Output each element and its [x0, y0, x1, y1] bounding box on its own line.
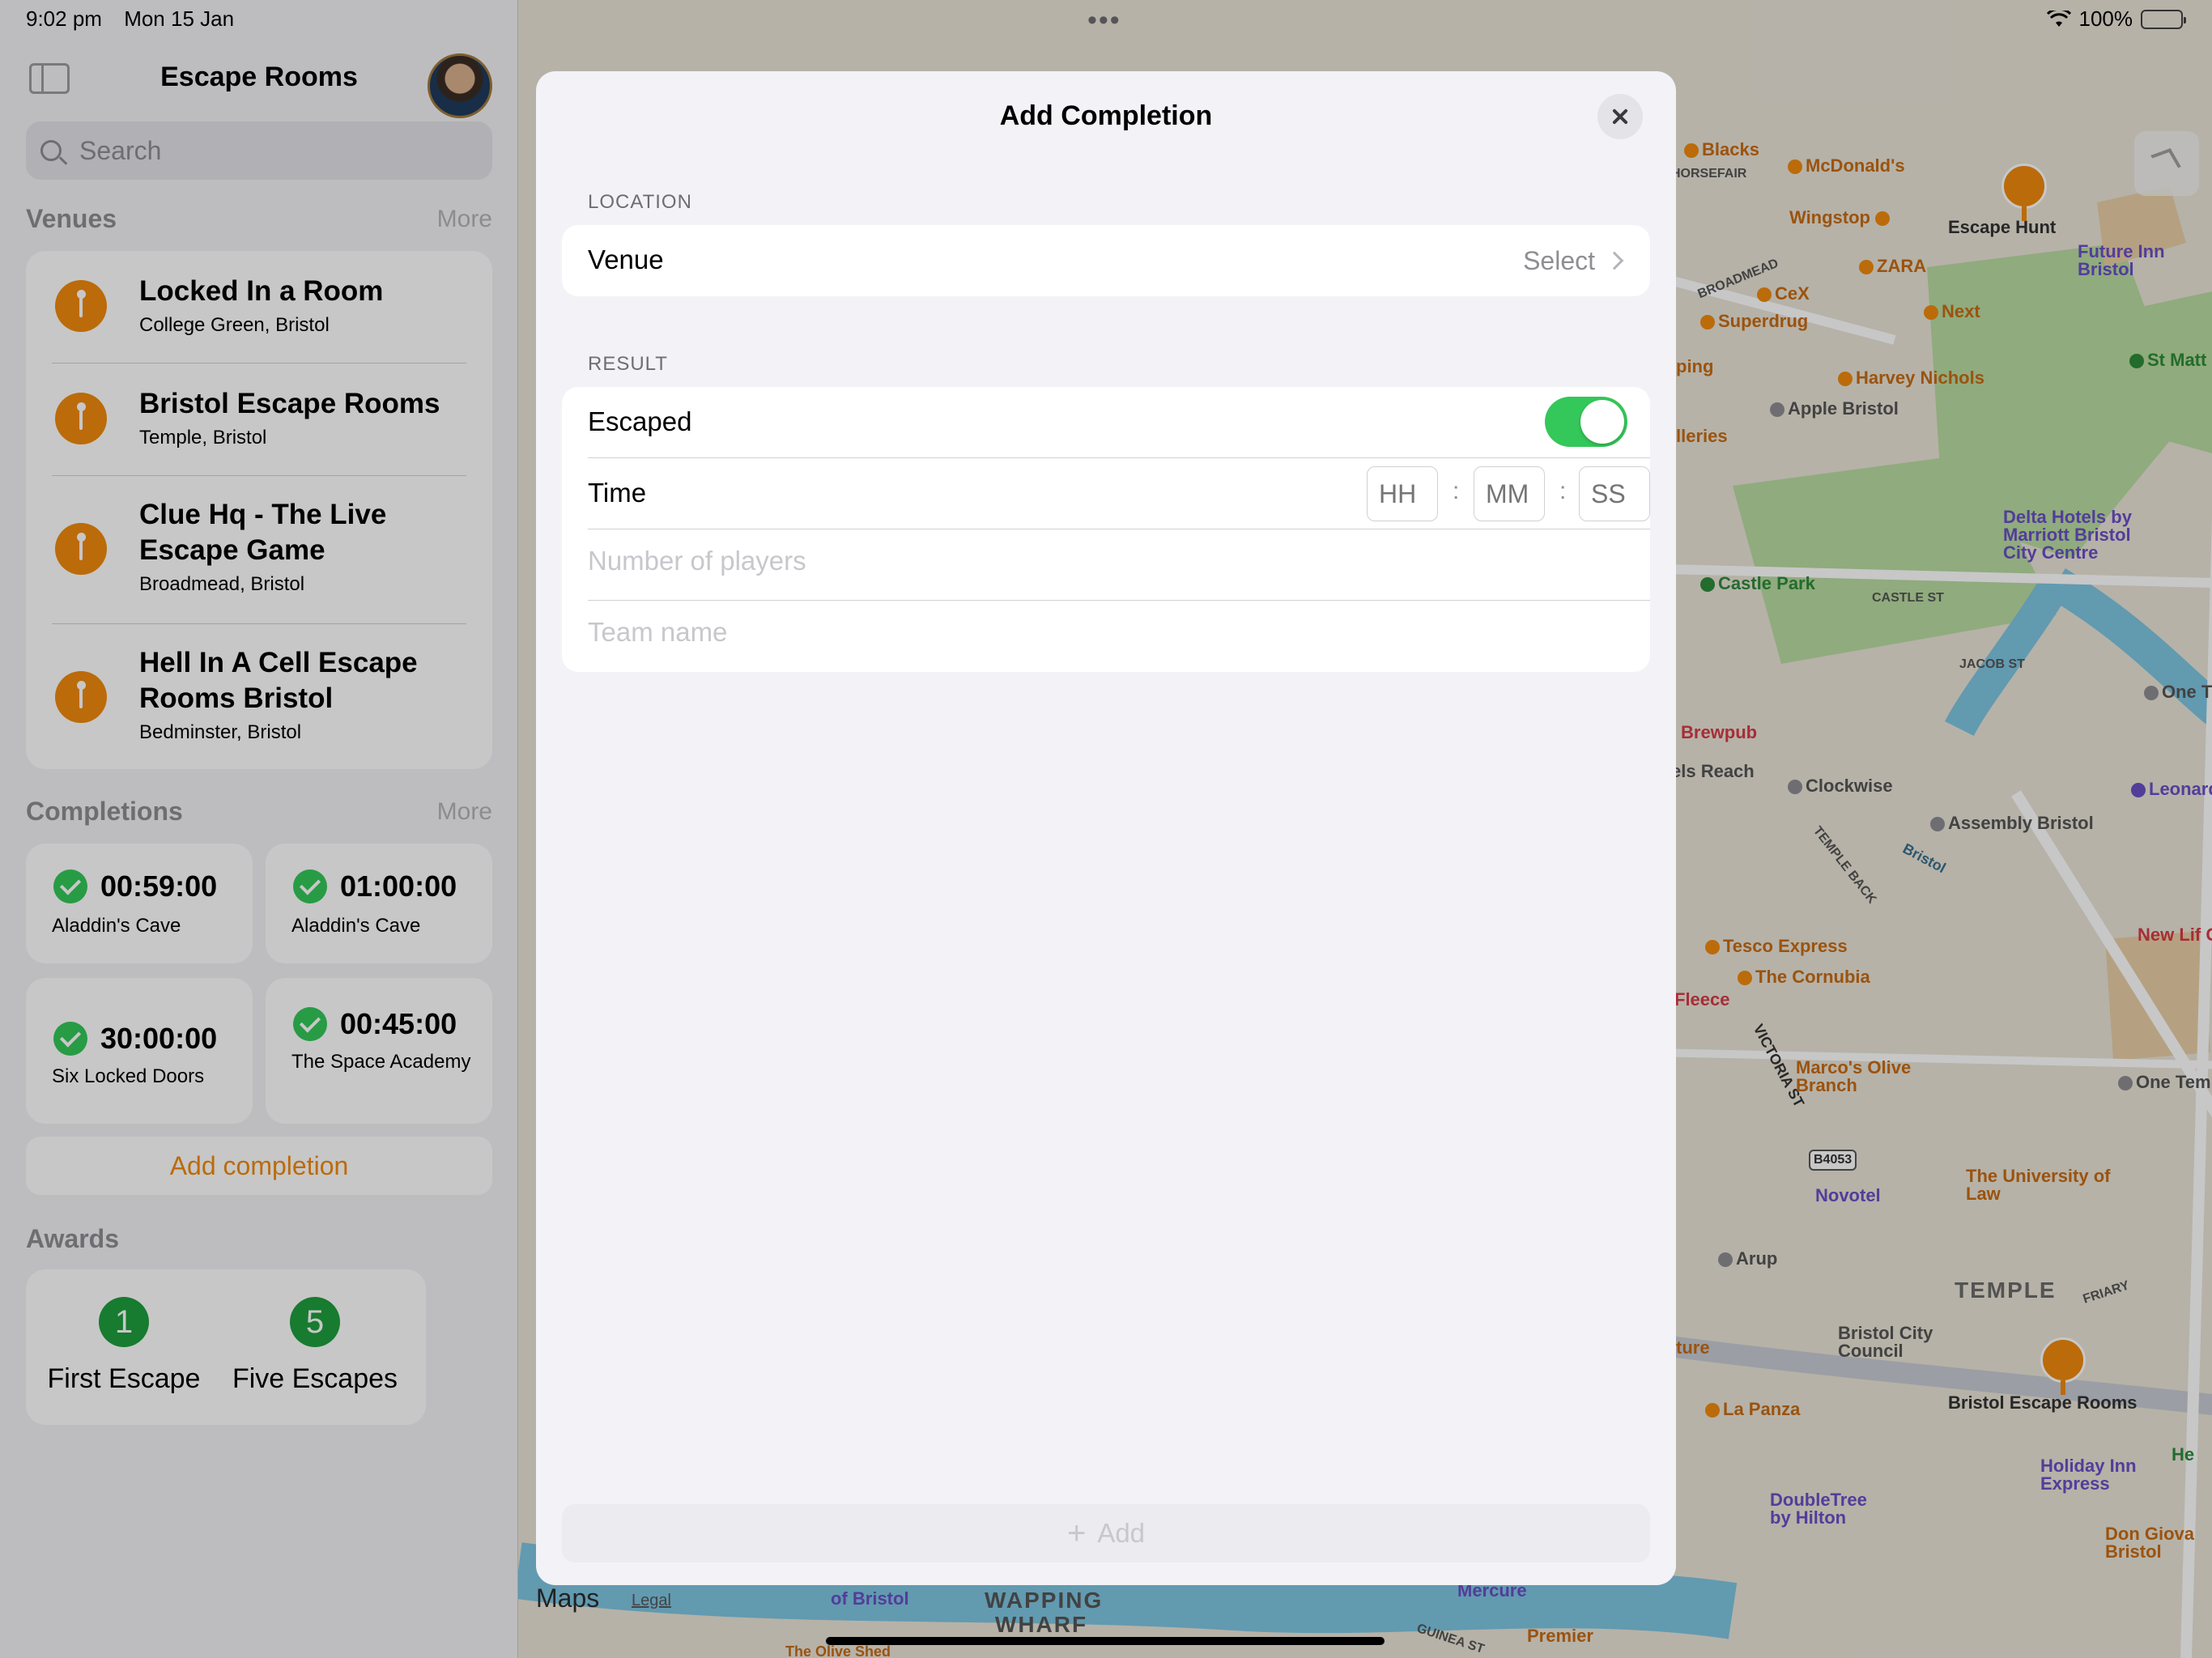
battery-percent: 100%: [2078, 6, 2133, 31]
escaped-label: Escaped: [588, 406, 692, 436]
status-bar-right: 100%: [2046, 6, 2186, 32]
status-bar-left: 9:02 pm Mon 15 Jan: [26, 6, 250, 32]
time-row: Time : :: [562, 458, 1650, 529]
number-of-players-input[interactable]: [588, 546, 1592, 576]
apple-maps-logo: Maps: [536, 1584, 600, 1613]
minutes-input[interactable]: [1474, 466, 1545, 521]
chevron-right-icon: [1605, 251, 1624, 270]
result-group: Escaped Time : :: [562, 387, 1650, 672]
add-completion-sheet: Add Completion LOCATION Venue Select RES…: [536, 71, 1676, 1585]
escaped-toggle[interactable]: [1545, 397, 1627, 447]
venue-row[interactable]: Venue Select: [562, 225, 1650, 296]
plus-icon: +: [1066, 1515, 1087, 1551]
venue-select[interactable]: Select: [1523, 246, 1624, 276]
venue-label: Venue: [588, 244, 664, 274]
time-label: Time: [588, 478, 647, 508]
map-legal-link[interactable]: Legal: [632, 1592, 671, 1610]
multitasking-dots-icon[interactable]: •••: [1087, 5, 1121, 36]
add-button[interactable]: + Add: [562, 1504, 1650, 1562]
result-section-header: RESULT: [588, 353, 668, 375]
time-separator: :: [1559, 478, 1567, 504]
hours-input[interactable]: [1367, 466, 1438, 521]
battery-icon: [2141, 9, 2186, 29]
time-separator: :: [1453, 478, 1460, 504]
close-icon[interactable]: [1597, 94, 1643, 139]
location-section-header: LOCATION: [588, 191, 692, 213]
location-group: Venue Select: [562, 225, 1650, 296]
status-date: Mon 15 Jan: [124, 6, 235, 31]
add-button-label: Add: [1097, 1518, 1146, 1548]
modal-title: Add Completion: [999, 100, 1213, 131]
team-row: [562, 601, 1650, 672]
seconds-input[interactable]: [1579, 466, 1650, 521]
players-row: [562, 529, 1650, 601]
escaped-row: Escaped: [562, 387, 1650, 458]
status-time: 9:02 pm: [26, 6, 102, 31]
team-name-input[interactable]: [588, 617, 1592, 648]
home-indicator[interactable]: [826, 1637, 1385, 1645]
wifi-icon: [2046, 10, 2071, 27]
